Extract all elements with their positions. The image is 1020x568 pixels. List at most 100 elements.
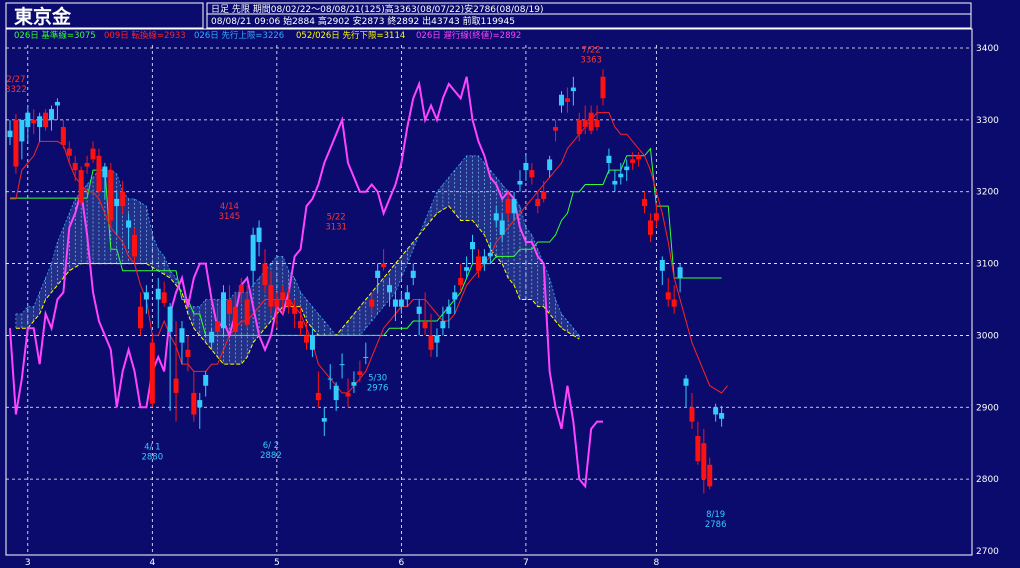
annotation-price: 3131 bbox=[325, 222, 347, 232]
x-tick-label: 8 bbox=[654, 558, 660, 568]
candle-body bbox=[226, 299, 232, 314]
y-tick-label: 2700 bbox=[976, 547, 999, 557]
candle-body bbox=[321, 418, 327, 422]
annotation-price: 2976 bbox=[367, 384, 389, 394]
candle-body bbox=[309, 335, 315, 350]
candle-body bbox=[665, 292, 671, 300]
candle-body bbox=[487, 252, 493, 257]
candle-body bbox=[642, 198, 648, 207]
candle-body bbox=[167, 306, 173, 332]
candle-body bbox=[707, 464, 713, 487]
candle-body bbox=[659, 259, 665, 271]
candle-body bbox=[636, 155, 642, 160]
candle-body bbox=[375, 270, 381, 278]
candle-body bbox=[677, 267, 683, 278]
annotation-price: 3322 bbox=[5, 85, 27, 95]
candle-body bbox=[523, 162, 529, 171]
candle-body bbox=[446, 306, 452, 314]
annotation-date: 5/22 bbox=[327, 212, 346, 222]
grid bbox=[5, 28, 973, 556]
candle-body bbox=[410, 270, 416, 278]
candle-body bbox=[505, 198, 511, 214]
annotation-price: 3363 bbox=[580, 56, 602, 66]
candle-body bbox=[286, 299, 292, 307]
candle-body bbox=[464, 267, 470, 271]
candle-body bbox=[209, 331, 215, 343]
y-tick-label: 3300 bbox=[976, 116, 999, 126]
legend-tenkan: 009日 転換線=2933 bbox=[104, 30, 186, 41]
candle-body bbox=[256, 227, 262, 243]
candle-body bbox=[440, 321, 446, 329]
candle-body bbox=[529, 170, 535, 178]
candle-body bbox=[37, 116, 43, 128]
annotation-date: 7/22 bbox=[582, 46, 601, 56]
candle-body bbox=[387, 285, 393, 293]
candle-body bbox=[179, 328, 185, 343]
candle-body bbox=[434, 335, 440, 343]
candle-body bbox=[155, 288, 161, 300]
candle-body bbox=[102, 166, 108, 178]
candle-body bbox=[612, 180, 618, 185]
candle-body bbox=[238, 285, 244, 293]
annotation-price: 2880 bbox=[141, 453, 163, 463]
candle-body bbox=[49, 109, 55, 120]
candle-body bbox=[126, 220, 132, 228]
candle-body bbox=[31, 119, 37, 124]
candle-body bbox=[689, 407, 695, 422]
candle-body bbox=[220, 292, 226, 329]
annotations: 2/273322 4/ 12880 5/223131 5/302976 6/ 22882… bbox=[5, 46, 726, 531]
candle-body bbox=[618, 173, 624, 178]
legend-senkou-a: 026日 先行上限=3226 bbox=[194, 30, 284, 41]
candle-body bbox=[298, 321, 304, 329]
candle-body bbox=[143, 292, 149, 300]
candle-body bbox=[232, 306, 238, 332]
header-ohlc-info: 08/08/21 09:06 始2884 高2902 安2873 終2892 出… bbox=[211, 15, 515, 27]
candle-body bbox=[114, 198, 120, 207]
annotation-date: 4/14 bbox=[220, 202, 239, 212]
plot-border bbox=[5, 28, 973, 556]
legend-kijun: 026日 基準線=3075 bbox=[14, 30, 96, 41]
candles bbox=[7, 69, 725, 494]
candle-body bbox=[576, 119, 582, 135]
ichimoku-chart: 2/273322 4/ 12880 5/223131 5/302976 6/ 22882… bbox=[5, 2, 999, 568]
candle-body bbox=[197, 400, 203, 408]
candle-body bbox=[173, 378, 179, 393]
candle-body bbox=[671, 299, 677, 307]
candle-body bbox=[511, 198, 517, 214]
candle-body bbox=[458, 277, 464, 286]
candle-body bbox=[339, 364, 345, 366]
candle-body bbox=[701, 443, 707, 480]
candle-body bbox=[653, 213, 659, 221]
candle-body bbox=[280, 292, 286, 300]
candle-body bbox=[351, 382, 357, 386]
candle-body bbox=[570, 87, 576, 92]
candle-body bbox=[695, 436, 701, 462]
candle-body bbox=[558, 94, 564, 106]
candle-body bbox=[250, 234, 256, 271]
candle-body bbox=[541, 191, 547, 199]
candle-body bbox=[262, 263, 268, 286]
candle-body bbox=[535, 198, 541, 207]
candle-body bbox=[594, 119, 600, 128]
annotation-price: 2786 bbox=[705, 520, 727, 530]
candle-body bbox=[60, 127, 66, 146]
y-tick-label: 3100 bbox=[976, 260, 999, 270]
candle-body bbox=[683, 378, 689, 386]
candle-body bbox=[381, 263, 387, 268]
candle-body bbox=[149, 342, 155, 404]
annotation-date: 8/19 bbox=[706, 510, 725, 520]
candle-body bbox=[215, 321, 221, 332]
y-tick-label: 2900 bbox=[976, 403, 999, 413]
candle-body bbox=[481, 256, 487, 264]
legend-chikou: 026日 遅行線(終値)=2892 bbox=[416, 30, 521, 41]
annotation-date: 5/30 bbox=[368, 374, 387, 384]
candle-body bbox=[428, 335, 434, 350]
header-period-info: 日足 先限 期間08/02/22〜08/08/21(125)高3363(08/0… bbox=[211, 3, 543, 15]
candle-body bbox=[203, 374, 209, 386]
legend-senkou-b: 052/026日 先行下限=3114 bbox=[296, 30, 405, 41]
candle-body bbox=[7, 130, 13, 138]
candle-body bbox=[327, 378, 333, 380]
candle-body bbox=[84, 162, 90, 167]
x-tick-label: 3 bbox=[25, 558, 31, 568]
candle-body bbox=[244, 299, 250, 325]
